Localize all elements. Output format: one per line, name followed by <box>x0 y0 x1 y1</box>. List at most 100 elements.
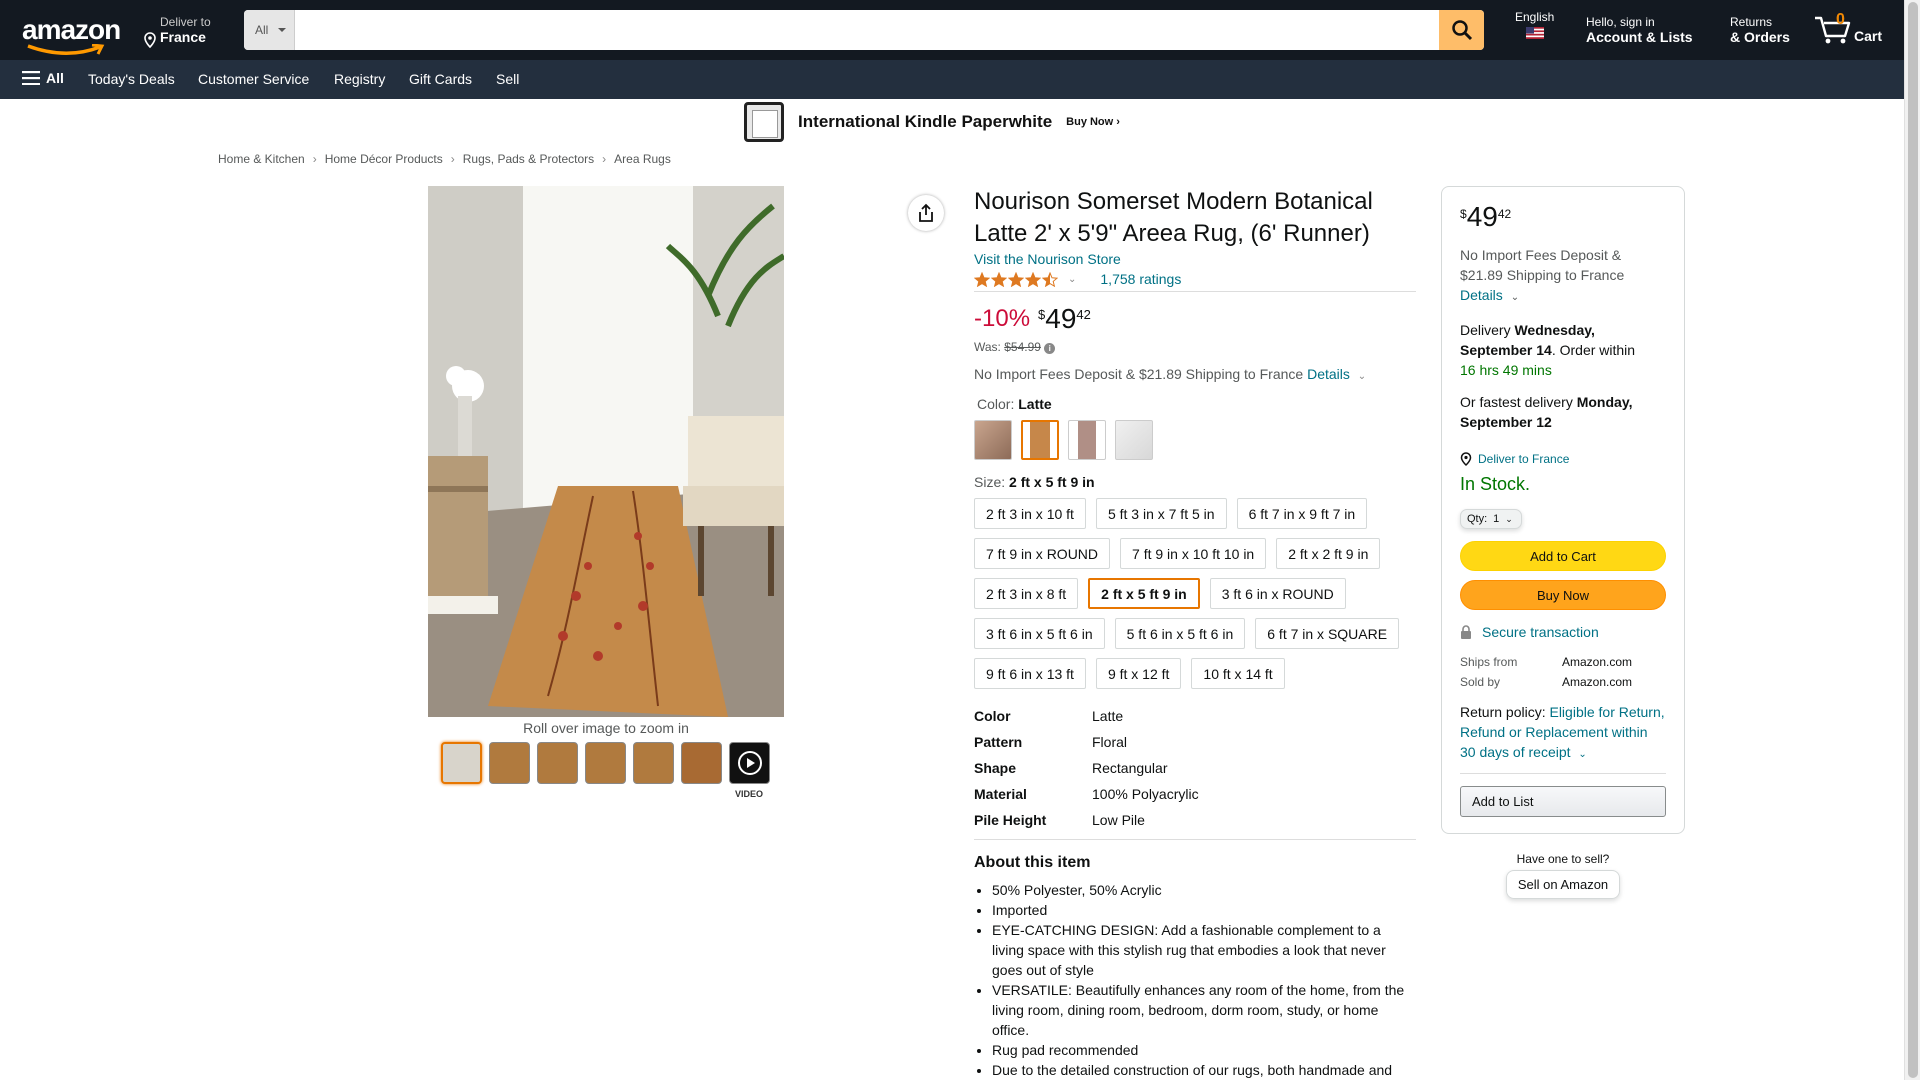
buy-now-button[interactable]: Buy Now <box>1460 580 1666 610</box>
promo-banner[interactable]: International Kindle Paperwhite Buy Now … <box>0 99 1904 144</box>
secure-transaction[interactable]: Secure transaction <box>1460 624 1666 640</box>
star-rating[interactable] <box>974 271 1058 287</box>
size-option[interactable]: 2 ft 3 in x 8 ft <box>974 578 1079 609</box>
size-option[interactable]: 6 ft 7 in x SQUARE <box>1255 618 1400 649</box>
store-link[interactable]: Visit the Nourison Store <box>974 251 1416 267</box>
chevron-down-icon[interactable]: ⌄ <box>1068 274 1076 285</box>
rug-room-image <box>428 186 784 717</box>
spec-key: Shape <box>974 760 1017 776</box>
about-bullet: VERSATILE: Beautifully enhances any room… <box>992 980 1416 1040</box>
details-link[interactable]: Details <box>1307 366 1350 382</box>
size-option[interactable]: 5 ft 3 in x 7 ft 5 in <box>1095 498 1227 529</box>
product-info: Nourison Somerset Modern Botanical Latte… <box>974 186 1416 1080</box>
star-icon <box>1008 271 1024 287</box>
cart-button[interactable]: 0 Cart <box>1813 10 1903 50</box>
breadcrumb-area-rugs[interactable]: Area Rugs <box>614 152 671 166</box>
thumbnail-3[interactable] <box>537 742 578 784</box>
size-option[interactable]: 6 ft 7 in x 9 ft 7 in <box>1236 498 1368 529</box>
chevron-down-icon[interactable]: ⌄ <box>1511 292 1519 303</box>
size-option[interactable]: 2 ft x 2 ft 9 in <box>1276 538 1381 569</box>
thumbnail-2[interactable] <box>489 742 530 784</box>
thumbnail-1[interactable] <box>441 742 482 784</box>
banner-buy-now[interactable]: Buy Now › <box>1066 116 1120 128</box>
banner-title: International Kindle Paperwhite <box>798 111 1053 131</box>
logo-wordmark: amazon <box>22 14 121 45</box>
color-swatch-4[interactable] <box>1115 420 1153 460</box>
quantity-select[interactable]: Qty: 1 ⌄ <box>1460 509 1522 529</box>
size-option[interactable]: 5 ft 6 in x 5 ft 6 in <box>1114 618 1246 649</box>
breadcrumb-rugs-pads[interactable]: Rugs, Pads & Protectors <box>463 152 594 166</box>
about-bullet: 50% Polyester, 50% Acrylic <box>992 880 1416 900</box>
amazon-logo[interactable]: amazon <box>22 14 121 55</box>
price-block: -10% $ 49 42 <box>974 304 1416 334</box>
spec-row: Color Latte <box>974 703 1416 729</box>
search-department-select[interactable]: All <box>244 10 295 50</box>
language-selector[interactable]: English <box>1515 9 1554 39</box>
nav-registry[interactable]: Registry <box>334 71 385 87</box>
chevron-right-icon: › <box>450 152 455 166</box>
department-value: All <box>255 23 269 37</box>
scrollbar-thumb[interactable] <box>1908 2 1918 1078</box>
thumbnail-strip <box>441 742 770 784</box>
nav-sell[interactable]: Sell <box>496 71 519 87</box>
share-button[interactable] <box>908 195 944 231</box>
deliver-to-link[interactable]: Deliver to France <box>1460 452 1666 466</box>
sell-box: Have one to sell? Sell on Amazon <box>1441 852 1685 899</box>
breadcrumb-home-kitchen[interactable]: Home & Kitchen <box>218 152 305 166</box>
size-option-selected[interactable]: 2 ft x 5 ft 9 in <box>1088 578 1200 609</box>
sell-on-amazon-button[interactable]: Sell on Amazon <box>1505 870 1621 899</box>
nav-gift-cards[interactable]: Gift Cards <box>409 71 472 87</box>
us-flag-icon <box>1525 27 1544 39</box>
all-menu-button[interactable]: All <box>22 70 64 86</box>
star-icon <box>1042 271 1058 287</box>
thumbnail-4[interactable] <box>585 742 626 784</box>
color-swatch-1[interactable] <box>974 420 1012 460</box>
color-swatch-latte[interactable] <box>1021 420 1059 460</box>
account-lists[interactable]: Hello, sign in Account & Lists <box>1586 15 1693 45</box>
color-swatch-3[interactable] <box>1068 420 1106 460</box>
sold-by-label: Sold by <box>1460 675 1501 689</box>
size-option[interactable]: 3 ft 6 in x 5 ft 6 in <box>974 618 1105 649</box>
thumbnail-video[interactable] <box>729 742 770 784</box>
nav-todays-deals[interactable]: Today's Deals <box>88 71 175 87</box>
size-option[interactable]: 7 ft 9 in x ROUND <box>974 538 1111 569</box>
ships-from-label: Ships from <box>1460 655 1518 669</box>
size-option[interactable]: 7 ft 9 in x 10 ft 10 in <box>1120 538 1267 569</box>
search-button[interactable] <box>1439 10 1484 50</box>
breadcrumb-home-decor[interactable]: Home Décor Products <box>325 152 443 166</box>
order-within: . Order within <box>1551 342 1636 358</box>
size-option[interactable]: 3 ft 6 in x ROUND <box>1209 578 1346 609</box>
add-to-cart-button[interactable]: Add to Cart <box>1460 541 1666 571</box>
buybox-details-link[interactable]: Details <box>1460 287 1503 303</box>
deliver-to[interactable]: Deliver to France <box>143 15 211 48</box>
add-to-list-button[interactable]: Add to List <box>1460 786 1666 817</box>
about-list: 50% Polyester, 50% Acrylic Imported EYE-… <box>974 880 1416 1080</box>
size-option[interactable]: 9 ft 6 in x 13 ft <box>974 658 1086 689</box>
size-label-row: Size: 2 ft x 5 ft 9 in <box>974 474 1416 490</box>
main-product-image[interactable] <box>428 186 784 717</box>
all-menu-label: All <box>46 70 64 86</box>
thumbnail-5[interactable] <box>633 742 674 784</box>
size-options: 2 ft 3 in x 10 ft 5 ft 3 in x 7 ft 5 in … <box>974 498 1416 689</box>
chevron-down-icon[interactable]: ⌄ <box>1578 749 1586 760</box>
vertical-scrollbar[interactable] <box>1904 0 1920 1080</box>
size-option[interactable]: 2 ft 3 in x 10 ft <box>974 498 1086 529</box>
thumbnail-6[interactable] <box>681 742 722 784</box>
ratings-count-link[interactable]: 1,758 ratings <box>1100 271 1181 287</box>
chevron-down-icon: ⌄ <box>1505 513 1513 524</box>
search-input[interactable] <box>295 10 1439 50</box>
size-option[interactable]: 10 ft x 14 ft <box>1191 658 1285 689</box>
product-page: amazon Deliver to France All English Hel… <box>0 0 1920 1080</box>
size-option[interactable]: 9 ft x 12 ft <box>1095 658 1182 689</box>
chevron-down-icon[interactable]: ⌄ <box>1358 371 1366 382</box>
buybox-price-whole: 49 <box>1466 201 1498 232</box>
info-icon[interactable]: i <box>1044 343 1056 354</box>
returns-orders[interactable]: Returns & Orders <box>1730 15 1790 45</box>
size-label: Size: <box>974 474 1006 490</box>
nav-customer-service[interactable]: Customer Service <box>198 71 309 87</box>
spec-row: Material 100% Polyacrylic <box>974 781 1416 807</box>
was-price-row: Was: $54.99 i <box>974 340 1416 354</box>
was-price: $54.99 <box>1004 340 1041 354</box>
buy-box: $ 49 42 No Import Fees Deposit & $21.89 … <box>1441 186 1685 834</box>
returns-label: Returns <box>1730 15 1773 29</box>
